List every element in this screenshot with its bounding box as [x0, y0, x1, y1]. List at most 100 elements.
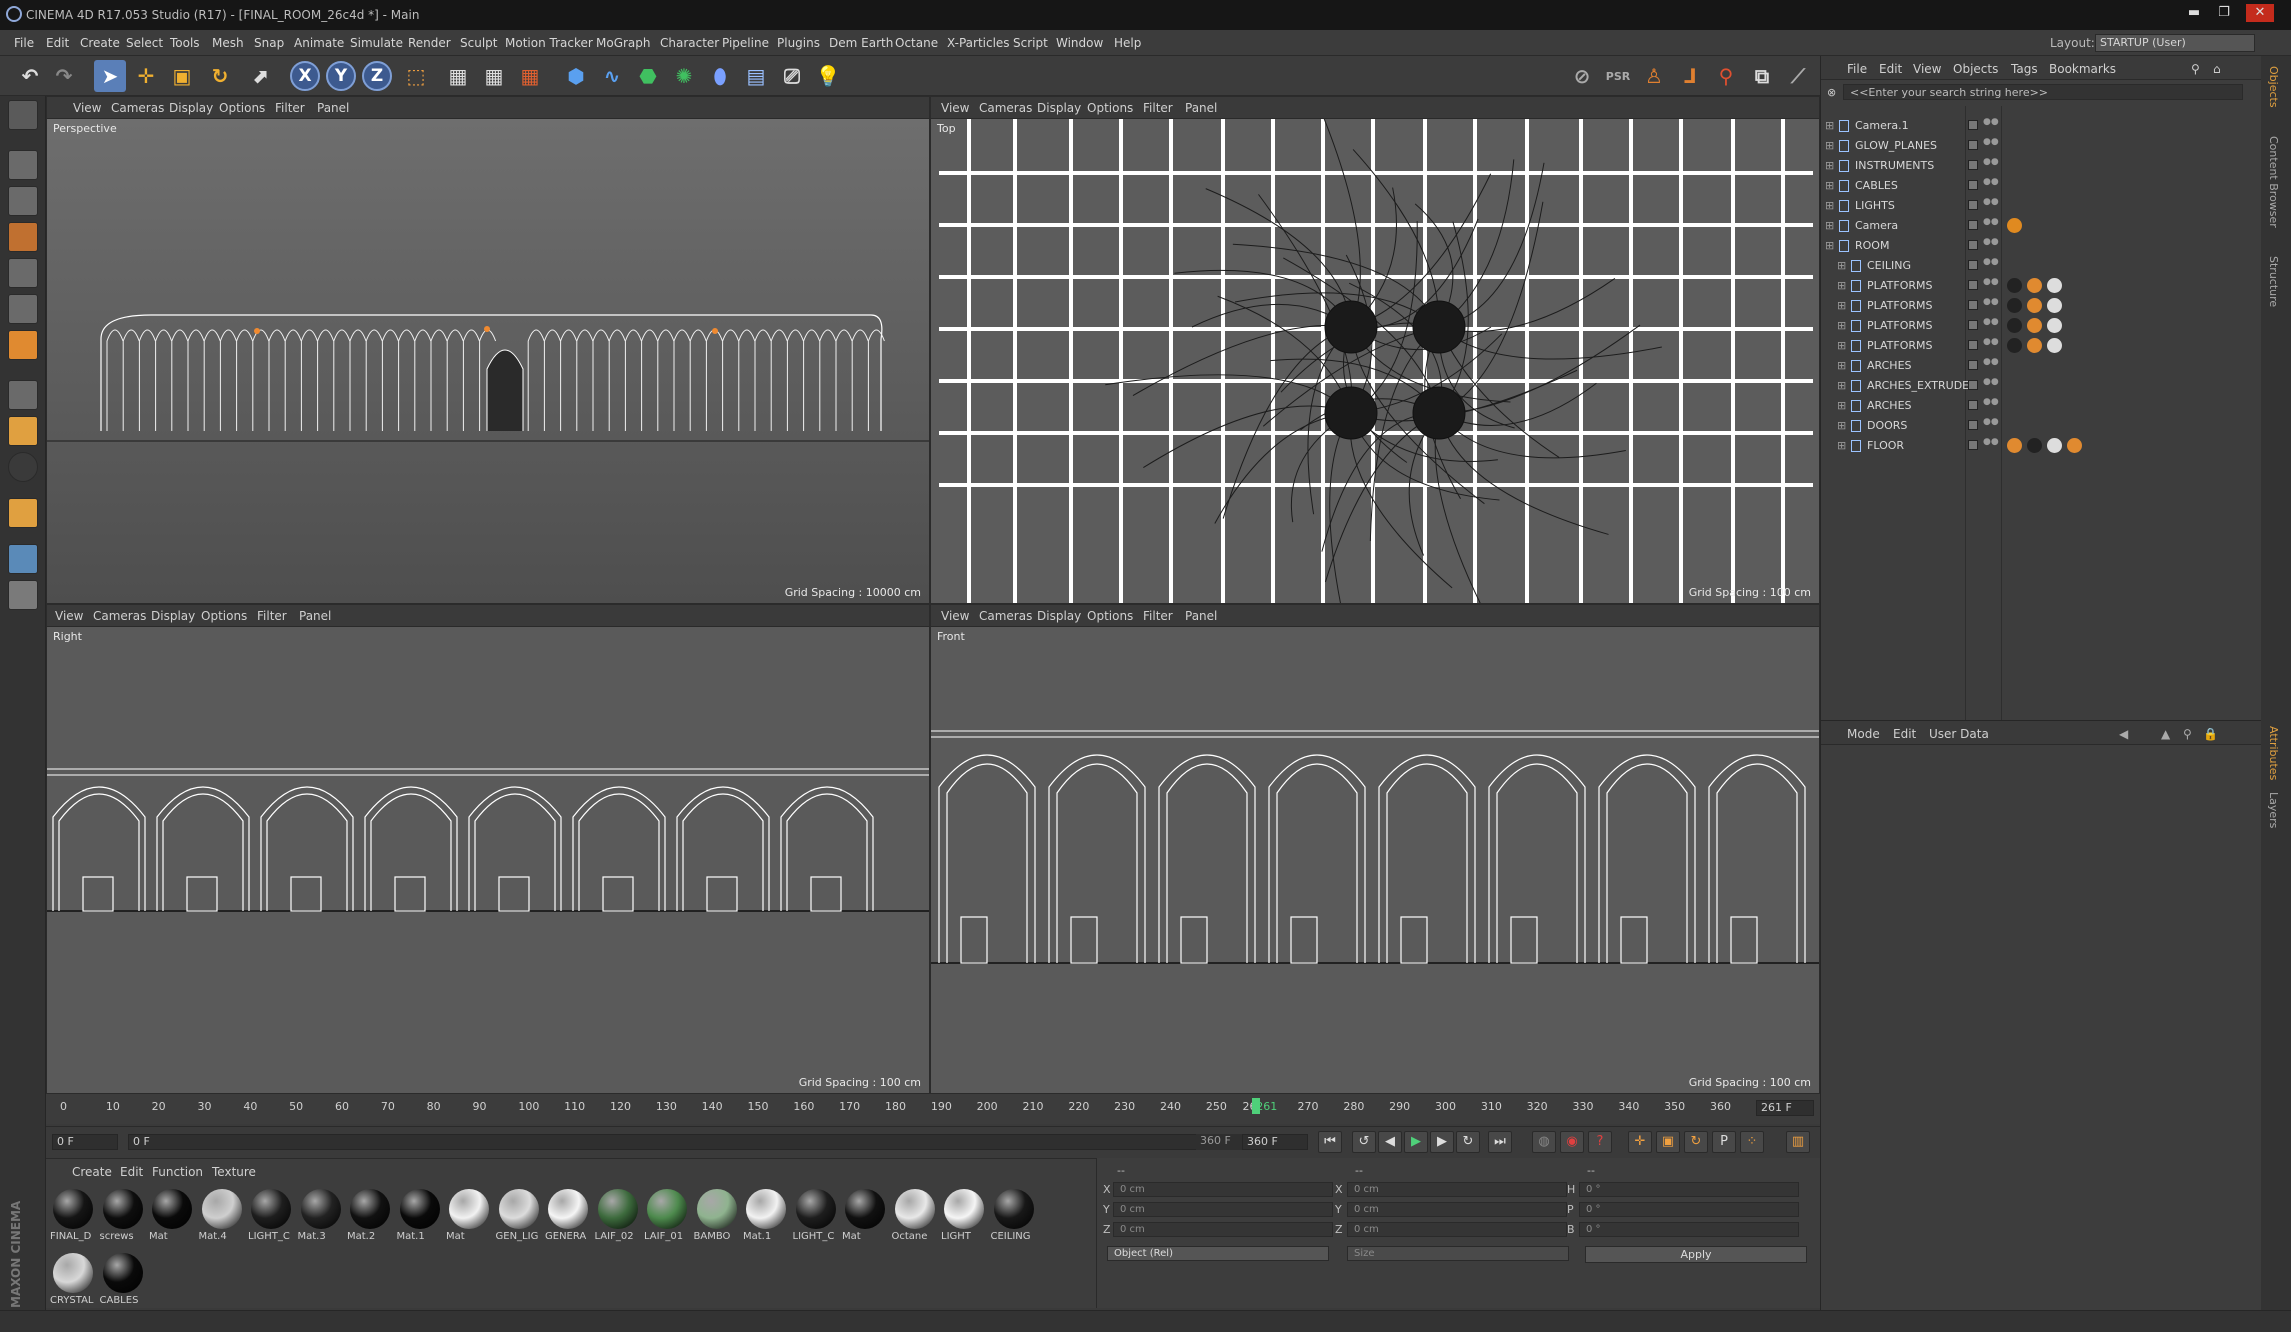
record-keys-icon[interactable]: ◍: [1532, 1131, 1556, 1153]
playhead[interactable]: [1252, 1098, 1261, 1114]
snapping-magnet-icon[interactable]: [8, 498, 38, 528]
om-menu-edit[interactable]: Edit: [1879, 62, 1902, 76]
editor-render-dots[interactable]: ●●: [1983, 138, 1999, 153]
coord-value-field[interactable]: 0 cm: [1347, 1222, 1567, 1237]
object-row[interactable]: ⊞ PLATFORMS ●●: [1821, 336, 2262, 356]
menu-dem-earth[interactable]: Dem Earth: [829, 36, 893, 50]
vp-menu-panel[interactable]: Panel: [317, 101, 349, 115]
material-swatch[interactable]: LIGHT_C: [793, 1187, 839, 1249]
expand-icon[interactable]: ⊞: [1837, 399, 1846, 412]
object-row[interactable]: ⊞ PLATFORMS ●●: [1821, 316, 2262, 336]
prev-key-icon[interactable]: ↺: [1352, 1131, 1376, 1153]
autokey-icon[interactable]: ◉: [1560, 1131, 1584, 1153]
coord-value-field[interactable]: 0 cm: [1113, 1222, 1333, 1237]
object-row[interactable]: ⊞ Camera.1 ●●: [1821, 116, 2262, 136]
object-row[interactable]: ⊞ LIGHTS ●●: [1821, 196, 2262, 216]
coordinate-system-icon[interactable]: ⬚: [400, 60, 432, 92]
editor-render-dots[interactable]: ●●: [1983, 258, 1999, 273]
menu-file[interactable]: File: [14, 36, 34, 50]
menu-pipeline[interactable]: Pipeline: [722, 36, 769, 50]
object-row[interactable]: ⊞ ARCHES ●●: [1821, 396, 2262, 416]
key-pla-icon[interactable]: ⁘: [1740, 1131, 1764, 1153]
next-frame-icon[interactable]: ▶: [1430, 1131, 1454, 1153]
vp-menu-display[interactable]: Display: [1037, 609, 1081, 623]
menu-mesh[interactable]: Mesh: [212, 36, 244, 50]
object-name[interactable]: INSTRUMENTS: [1855, 159, 1934, 172]
object-row[interactable]: ⊞ ROOM ●●: [1821, 236, 2262, 256]
om-search-icon[interactable]: ⚲: [2191, 62, 2200, 76]
layout-select[interactable]: STARTUP (User): [2095, 34, 2255, 52]
menu-help[interactable]: Help: [1114, 36, 1141, 50]
material-tag-icon[interactable]: [2027, 438, 2042, 453]
vp-menu-cameras[interactable]: Cameras: [111, 101, 164, 115]
expand-icon[interactable]: ⊞: [1825, 239, 1834, 252]
solo-icon[interactable]: [8, 452, 38, 482]
object-name[interactable]: PLATFORMS: [1867, 339, 1933, 352]
timeline-window-icon[interactable]: ▥: [1786, 1131, 1810, 1153]
axis-mode-icon[interactable]: [8, 380, 38, 410]
vp-menu-view[interactable]: View: [55, 609, 83, 623]
vp-menu-filter[interactable]: Filter: [257, 609, 287, 623]
mm-menu-create[interactable]: Create: [72, 1165, 112, 1179]
object-name[interactable]: ARCHES: [1867, 359, 1912, 372]
material-swatch[interactable]: Mat: [446, 1187, 492, 1249]
object-row[interactable]: ⊞ CEILING ●●: [1821, 256, 2262, 276]
mm-menu-function[interactable]: Function: [152, 1165, 203, 1179]
om-menu-bookmarks[interactable]: Bookmarks: [2049, 62, 2116, 76]
am-menu-edit[interactable]: Edit: [1893, 727, 1916, 741]
menu-script[interactable]: Script: [1013, 36, 1048, 50]
psr-label-icon[interactable]: PSR: [1602, 60, 1634, 92]
visibility-toggle[interactable]: [1968, 240, 1978, 250]
psr-icon[interactable]: ⊘: [1566, 60, 1598, 92]
object-name[interactable]: Camera.1: [1855, 119, 1909, 132]
subdivision-surface-icon[interactable]: ⬣: [632, 60, 664, 92]
object-row[interactable]: ⊞ INSTRUMENTS ●●: [1821, 156, 2262, 176]
vp-menu-display[interactable]: Display: [151, 609, 195, 623]
expand-icon[interactable]: ⊞: [1837, 419, 1846, 432]
menu-edit[interactable]: Edit: [46, 36, 69, 50]
om-home-icon[interactable]: ⌂: [2213, 62, 2221, 76]
menu-snap[interactable]: Snap: [254, 36, 284, 50]
visibility-toggle[interactable]: [1968, 140, 1978, 150]
maximize-button[interactable]: ❐: [2210, 4, 2238, 22]
make-editable-icon[interactable]: [8, 100, 38, 130]
material-tag-icon[interactable]: [2047, 298, 2062, 313]
material-tag-icon[interactable]: [2007, 278, 2022, 293]
expand-icon[interactable]: ⊞: [1825, 139, 1834, 152]
editor-render-dots[interactable]: ●●: [1983, 358, 1999, 373]
material-swatch[interactable]: Mat.4: [199, 1187, 245, 1249]
ik-icon[interactable]: ⚲: [1710, 60, 1742, 92]
vp-menu-options[interactable]: Options: [1087, 101, 1133, 115]
object-name[interactable]: ARCHES: [1867, 399, 1912, 412]
menu-character[interactable]: Character: [660, 36, 719, 50]
expand-icon[interactable]: ⊞: [1837, 379, 1846, 392]
material-tag-icon[interactable]: [2047, 338, 2062, 353]
object-name[interactable]: ARCHES_EXTRUDE: [1867, 379, 1969, 392]
sculpt-icon[interactable]: ⟋: [1782, 60, 1814, 92]
menu-octane[interactable]: Octane: [895, 36, 938, 50]
menu-render[interactable]: Render: [408, 36, 451, 50]
material-tag-icon[interactable]: [2027, 298, 2042, 313]
material-tag-icon[interactable]: [2007, 338, 2022, 353]
material-swatch[interactable]: Mat: [842, 1187, 888, 1249]
key-position-icon[interactable]: ✛: [1628, 1131, 1652, 1153]
object-row[interactable]: ⊞ Camera ●●: [1821, 216, 2262, 236]
move-icon[interactable]: ✛: [130, 60, 162, 92]
menu-window[interactable]: Window: [1056, 36, 1103, 50]
editor-render-dots[interactable]: ●●: [1983, 158, 1999, 173]
vp-menu-cameras[interactable]: Cameras: [979, 609, 1032, 623]
go-to-start-icon[interactable]: ⏮: [1318, 1131, 1342, 1153]
coord-value-field[interactable]: 0 cm: [1113, 1182, 1333, 1197]
menu-simulate[interactable]: Simulate: [350, 36, 403, 50]
material-swatch[interactable]: CEILING: [991, 1187, 1037, 1249]
object-row[interactable]: ⊞ ARCHES_EXTRUDE ●●: [1821, 376, 2262, 396]
floor-scene-icon[interactable]: ▤: [740, 60, 772, 92]
menu-select[interactable]: Select: [126, 36, 163, 50]
vp-menu-panel[interactable]: Panel: [1185, 101, 1217, 115]
start-frame-field[interactable]: 0 F: [52, 1134, 118, 1150]
vp-menu-cameras[interactable]: Cameras: [979, 101, 1032, 115]
material-tag-icon[interactable]: [2027, 318, 2042, 333]
viewport-front[interactable]: View Cameras Display Options Filter Pane…: [930, 604, 1820, 1094]
search-clear-icon[interactable]: ⊗: [1827, 86, 1836, 99]
cube-icon[interactable]: ⬢: [560, 60, 592, 92]
